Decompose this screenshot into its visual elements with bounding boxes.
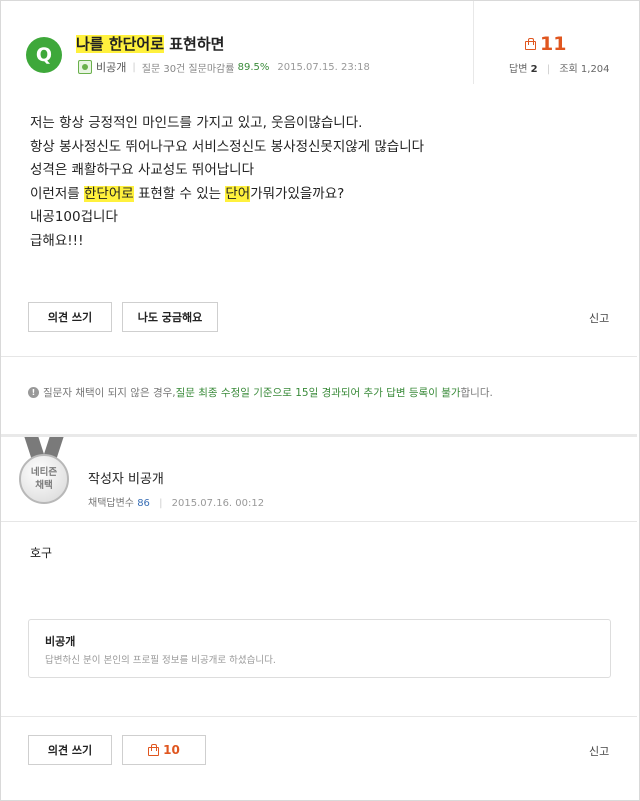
stats-separator: |: [546, 64, 551, 75]
question-date: 2015.07.15. 23:18: [277, 61, 370, 73]
notice-text: ! 질문자 채택이 되지 않은 경우, 질문 최종 수정일 기준으로 15일 경…: [28, 385, 493, 400]
answer-body: 호구: [30, 546, 53, 560]
answer-report-link[interactable]: 신고: [589, 743, 609, 759]
question-title-part: 나를 한단어로: [76, 35, 165, 53]
question-body-text: 내공100겁니다: [30, 209, 118, 225]
question-title[interactable]: 나를 한단어로 표현하면: [76, 33, 224, 54]
question-up-count[interactable]: 11: [525, 33, 566, 55]
header-divider: [473, 1, 474, 84]
question-body-text: 가뭐가있을까요?: [250, 185, 345, 202]
answer-meta: 채택답변수 86 | 2015.07.16. 00:12: [88, 494, 264, 509]
question-body-line: 항상 봉사정신도 뛰어나구요 서비스정신도 봉사정신못지않게 많습니다: [30, 136, 424, 160]
question-body-text: 표현할 수 있는: [133, 185, 226, 202]
question-badge: Q: [26, 37, 62, 73]
notice-suffix: 합니다.: [460, 387, 493, 399]
thumbs-up-icon: [148, 744, 160, 756]
thumbs-up-icon: [525, 38, 536, 50]
profile-name: 비공개: [45, 635, 76, 648]
views-value: 1,204: [580, 64, 610, 75]
answer-opinion-button[interactable]: 의견 쓰기: [28, 735, 112, 765]
question-title-part: 표현하면: [164, 35, 225, 53]
question-body-line: 급해요!!!: [30, 230, 424, 254]
question-body-line: 성격은 쾌활하구요 사교성도 뛰어납니다: [30, 159, 424, 183]
question-stat-value: 89.5%: [237, 61, 270, 73]
question-body-text: 저는 항상 긍정적인 마인드를 가지고 있고, 웃음이많습니다.: [30, 115, 363, 131]
answer-meta-separator: |: [159, 498, 163, 509]
question-body-line: 내공100겁니다: [30, 206, 424, 230]
question-stats: 답변 2 | 조회 1,204: [509, 60, 610, 75]
question-body-line: 이런저를 한단어로 표현할 수 있는 단어가뭐가있을까요?: [30, 183, 424, 207]
answer-section-divider: [1, 434, 637, 437]
question-opinion-button[interactable]: 의견 쓰기: [28, 302, 112, 332]
curious-button[interactable]: 나도 궁금해요: [122, 302, 218, 332]
question-body-text: 급해요!!!: [30, 232, 84, 249]
medal-line1: 네티즌: [30, 467, 58, 478]
answer-author: 작성자 비공개: [88, 472, 164, 487]
notice-highlight: 질문 최종 수정일 기준으로 15일 경과되어 추가 답변 등록이 불가: [175, 387, 461, 399]
question-body-text: 이런저를: [30, 185, 84, 202]
info-icon: !: [28, 387, 39, 398]
adopted-value: 86: [137, 498, 150, 509]
answers-value: 2: [530, 64, 538, 75]
question-author[interactable]: 비공개: [96, 59, 126, 75]
question-body-text: 한단어로: [83, 185, 134, 202]
adopted-label: 채택답변수: [88, 498, 134, 509]
answer-date: 2015.07.16. 00:12: [171, 498, 265, 509]
profile-description: 답변하신 분이 본인의 프로필 정보를 비공개로 하셨습니다.: [45, 655, 276, 666]
section-divider: [1, 356, 637, 357]
notice-prefix: 질문자 채택이 되지 않은 경우,: [43, 387, 176, 399]
views-label: 조회: [559, 64, 578, 75]
netizen-adopted-medal-icon: 네티즌 채택: [19, 454, 69, 504]
medal-line2: 채택: [35, 480, 53, 491]
question-report-link[interactable]: 신고: [589, 310, 609, 326]
question-body-text: 항상 봉사정신도 뛰어나구요 서비스정신도 봉사정신못지않게 많습니다: [30, 138, 425, 155]
question-body-line: 저는 항상 긍정적인 마인드를 가지고 있고, 웃음이많습니다.: [30, 112, 424, 136]
profile-box: [28, 619, 611, 678]
question-body: 저는 항상 긍정적인 마인드를 가지고 있고, 웃음이많습니다. 항상 봉사정신도…: [30, 112, 424, 253]
question-meta: 비공개 | 질문 30건 질문마감률 89.5% 2015.07.15. 23:…: [78, 59, 370, 75]
question-up-count-value: 11: [540, 33, 567, 55]
answer-vote-button[interactable]: 10: [122, 735, 206, 765]
answer-footer-divider: [1, 716, 637, 717]
meta-separator: |: [132, 61, 136, 73]
answer-vote-count: 10: [163, 743, 180, 757]
question-body-text: 단어: [225, 185, 251, 202]
answers-label: 답변: [509, 64, 528, 75]
answer-header-divider: [1, 521, 637, 522]
question-body-text: 성격은 쾌활하구요 사교성도 뛰어납니다: [30, 162, 255, 178]
question-stat-label: 질문 30건 질문마감률: [141, 63, 235, 75]
user-icon: [78, 60, 92, 74]
